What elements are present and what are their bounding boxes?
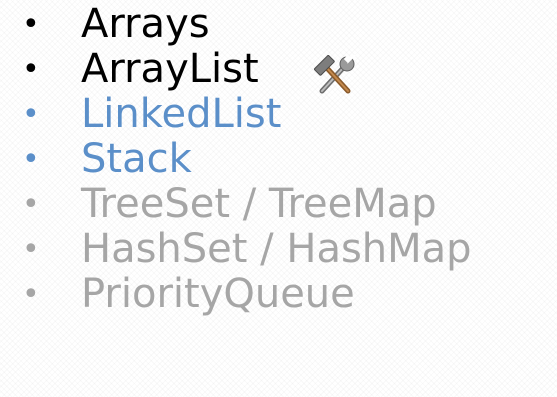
bullet: •	[22, 277, 40, 312]
list-item-label: ArrayList	[81, 46, 259, 92]
list-item-label: HashSet / HashMap	[81, 226, 472, 272]
list-item-label: Stack	[81, 136, 192, 182]
list-item-label: PriorityQueue	[81, 271, 355, 317]
bullet: •	[22, 7, 40, 42]
list-item-label: Arrays	[81, 1, 210, 47]
bullet: •	[22, 97, 40, 132]
bullet: •	[22, 232, 40, 267]
list-item-label: TreeSet / TreeMap	[81, 181, 437, 227]
list-item-label: LinkedList	[81, 91, 282, 137]
bullet: •	[22, 142, 40, 177]
bullet: •	[22, 187, 40, 222]
hammer-wrench-icon	[310, 55, 358, 95]
bullet: •	[22, 52, 40, 87]
